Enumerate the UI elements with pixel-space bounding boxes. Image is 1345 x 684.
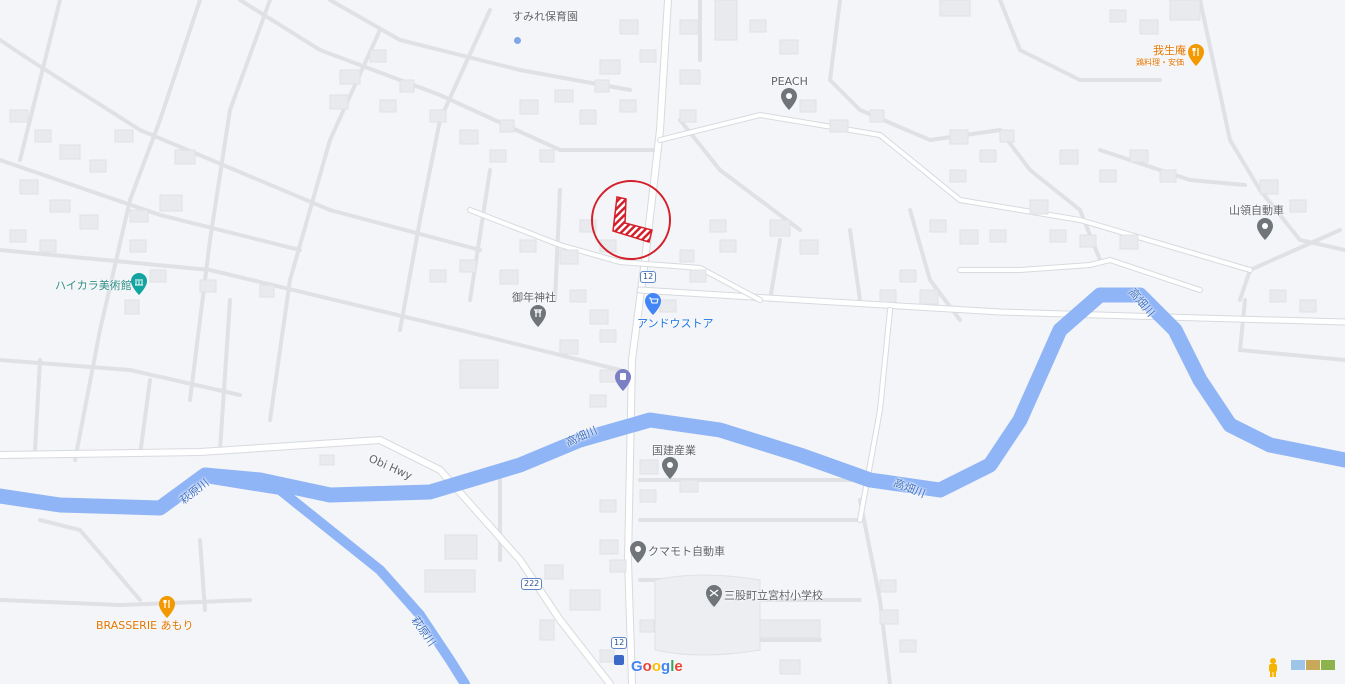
route-shield: 222 (521, 578, 543, 590)
museum-pin-icon[interactable] (131, 273, 147, 295)
place-label[interactable]: クマモト自動車 (648, 545, 725, 558)
restaurant-pin-icon[interactable] (1188, 44, 1204, 66)
place-sublabel: 鶏料理・安価 (1136, 58, 1184, 67)
generic-pin-icon[interactable] (514, 37, 521, 44)
shrine-pin-icon[interactable] (530, 305, 546, 327)
place-label[interactable]: すみれ保育園 (512, 10, 578, 23)
shopping-cart-pin-icon[interactable] (645, 293, 661, 315)
pegman-icon[interactable] (1266, 657, 1280, 677)
place-label[interactable]: PEACH (771, 75, 808, 88)
route-shield: 12 (611, 637, 628, 649)
map-base-layer (0, 0, 1345, 684)
layer-thumb-green[interactable] (1321, 660, 1335, 670)
layer-thumb-satellite[interactable] (1291, 660, 1305, 670)
place-label[interactable]: 国建産業 (652, 444, 696, 457)
gray-pin-icon[interactable] (662, 457, 678, 479)
school-pin-icon[interactable] (706, 585, 722, 607)
gray-pin-icon[interactable] (630, 541, 646, 563)
gray-pin-icon[interactable] (781, 88, 797, 110)
bus-icon[interactable] (614, 655, 624, 665)
map-canvas[interactable]: すみれ保育園 PEACH 我生庵 鶏料理・安価 山領自動車 ハイカラ美術館 御年… (0, 0, 1345, 684)
place-label[interactable]: BRASSERIE あもり (96, 619, 194, 632)
place-label[interactable]: アンドウストア (637, 317, 714, 330)
highlight-circle (591, 180, 671, 260)
place-label[interactable]: 三股町立宮村小学校 (724, 589, 823, 602)
restaurant-pin-icon[interactable] (159, 596, 175, 618)
layer-thumb-terrain[interactable] (1306, 660, 1320, 670)
layer-thumbnails[interactable] (1291, 660, 1335, 670)
place-label[interactable]: ハイカラ美術館 (55, 279, 132, 292)
route-shield: 12 (640, 271, 657, 283)
place-label[interactable]: 山領自動車 (1229, 204, 1284, 217)
gray-pin-icon[interactable] (1257, 218, 1273, 240)
google-logo: Google (631, 658, 683, 675)
place-label[interactable]: 御年神社 (512, 291, 556, 304)
place-label[interactable]: 我生庵 (1153, 44, 1186, 57)
bus-stop-pin-icon[interactable] (615, 369, 631, 391)
